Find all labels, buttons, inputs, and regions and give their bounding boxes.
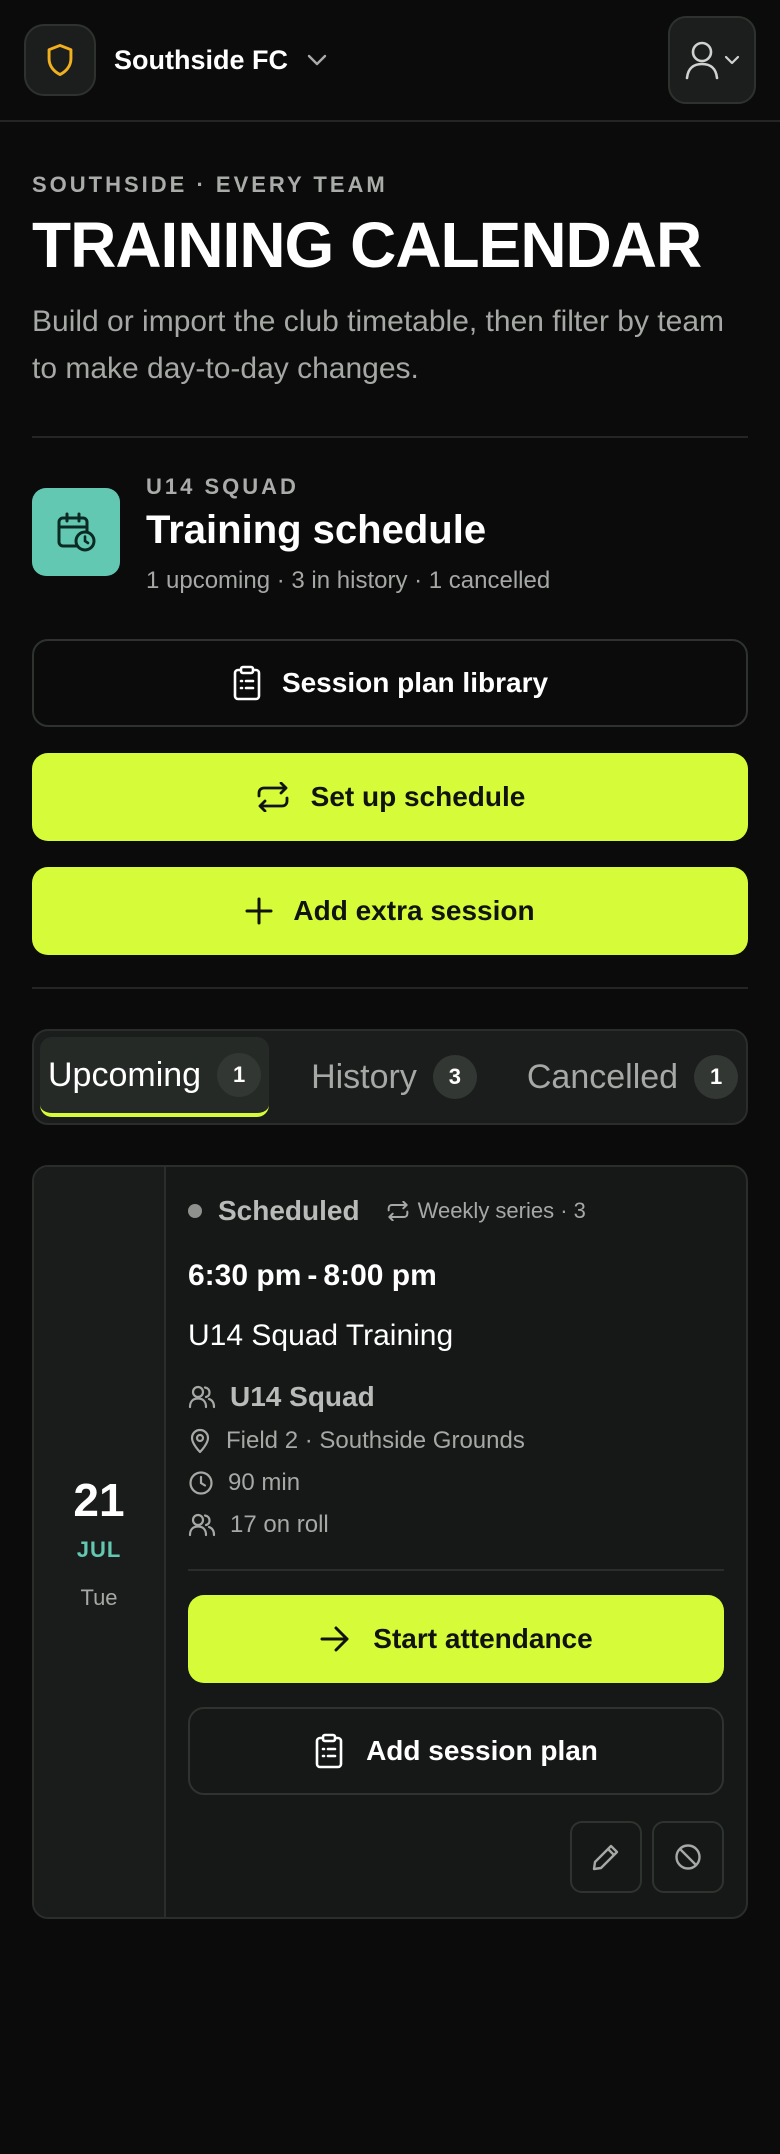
count-badge: 1 xyxy=(217,1053,262,1098)
session-weekday: Tue xyxy=(80,1585,118,1611)
session-plan-library-label: Session plan library xyxy=(281,667,549,699)
count-badge: 1 xyxy=(694,1055,739,1100)
users-icon xyxy=(188,1514,216,1537)
page-title: TRAINING CALENDAR xyxy=(32,209,702,281)
start-attendance-button[interactable]: Start attendance xyxy=(188,1595,724,1684)
session-icon-actions xyxy=(188,1821,724,1894)
add-session-plan-label: Add session plan xyxy=(366,1735,598,1767)
session-card: 21 JUL Tue Scheduled Weekly series · 3 6… xyxy=(32,1165,748,1920)
session-duration: 90 min xyxy=(188,1469,724,1497)
page-subtitle: Build or import the club timetable, then… xyxy=(32,305,724,385)
session-month: JUL xyxy=(76,1537,122,1563)
session-day: 21 xyxy=(73,1474,125,1527)
club-switcher[interactable]: Southside FC xyxy=(24,24,328,96)
ban-icon xyxy=(675,1844,701,1870)
tab-label: Cancelled xyxy=(526,1057,679,1096)
location-text: Field 2 · Southside Grounds xyxy=(226,1427,525,1455)
schedule-summary: 1 upcoming · 3 in history · 1 cancelled xyxy=(146,567,551,595)
add-session-plan-button[interactable]: Add session plan xyxy=(188,1707,724,1796)
arrow-right-icon xyxy=(320,1626,349,1652)
team-name: U14 Squad xyxy=(230,1381,375,1413)
status-badge: Scheduled xyxy=(218,1195,360,1227)
series-info: Weekly series · 3 xyxy=(386,1198,586,1224)
session-plan-library-button[interactable]: Session plan library xyxy=(32,639,748,728)
repeat-icon xyxy=(257,782,289,813)
cancel-session-button[interactable] xyxy=(652,1821,724,1894)
club-logo xyxy=(24,24,96,96)
users-icon xyxy=(188,1386,216,1409)
roll-count: 17 on roll xyxy=(230,1511,329,1539)
schedule-icon-tile xyxy=(32,488,120,577)
clipboard-icon xyxy=(233,665,261,701)
tab-history[interactable]: History 3 xyxy=(303,1037,485,1117)
profile-menu-button[interactable] xyxy=(668,16,756,104)
plus-icon xyxy=(245,897,273,925)
clock-icon xyxy=(189,1471,213,1495)
tab-label: Upcoming xyxy=(48,1055,202,1094)
squad-label: U14 SQUAD xyxy=(146,474,299,500)
duration-text: 90 min xyxy=(228,1469,301,1497)
tab-cancelled[interactable]: Cancelled 1 xyxy=(519,1037,746,1117)
edit-session-button[interactable] xyxy=(570,1821,642,1894)
session-status-row: Scheduled Weekly series · 3 xyxy=(188,1195,724,1227)
session-title: U14 Squad Training xyxy=(188,1319,454,1353)
status-dot-icon xyxy=(188,1204,202,1219)
club-name: Southside FC xyxy=(114,44,288,75)
session-details: Scheduled Weekly series · 3 6:30 pm - 8:… xyxy=(166,1167,746,1917)
session-location: Field 2 · Southside Grounds xyxy=(188,1427,724,1455)
tab-upcoming[interactable]: Upcoming 1 xyxy=(40,1037,270,1118)
divider xyxy=(188,1569,724,1572)
pencil-icon xyxy=(592,1844,619,1871)
clipboard-icon xyxy=(315,1733,343,1769)
schedule-title: Training schedule xyxy=(146,508,487,553)
user-icon xyxy=(685,41,719,80)
series-label: Weekly series · 3 xyxy=(417,1198,586,1224)
calendar-clock-icon xyxy=(57,512,96,552)
page-eyebrow: SOUTHSIDE · EVERY TEAM xyxy=(32,172,388,197)
repeat-icon xyxy=(387,1201,408,1222)
map-pin-icon xyxy=(190,1429,210,1454)
top-bar: Southside FC xyxy=(0,0,780,122)
divider xyxy=(32,987,748,990)
time-separator: - xyxy=(307,1259,318,1293)
add-extra-session-label: Add extra session xyxy=(293,895,535,927)
session-team: U14 Squad xyxy=(188,1381,724,1413)
session-tabs: Upcoming 1 History 3 Cancelled 1 xyxy=(32,1029,748,1126)
schedule-header: U14 SQUAD Training schedule 1 upcoming ·… xyxy=(0,438,780,595)
shield-icon xyxy=(47,43,73,77)
start-attendance-label: Start attendance xyxy=(373,1623,593,1655)
chevron-down-icon xyxy=(724,55,740,65)
start-time: 6:30 pm xyxy=(188,1259,302,1293)
count-badge: 3 xyxy=(432,1055,477,1100)
page-intro: SOUTHSIDE · EVERY TEAM TRAINING CALENDAR… xyxy=(0,122,780,392)
add-extra-session-button[interactable]: Add extra session xyxy=(32,867,748,956)
set-up-schedule-label: Set up schedule xyxy=(310,781,526,813)
session-date: 21 JUL Tue xyxy=(34,1167,166,1918)
tab-label: History xyxy=(311,1057,417,1096)
session-roll: 17 on roll xyxy=(188,1511,724,1539)
end-time: 8:00 pm xyxy=(323,1259,437,1293)
chevron-down-icon xyxy=(307,54,327,66)
session-time: 6:30 pm - 8:00 pm xyxy=(188,1259,724,1293)
set-up-schedule-button[interactable]: Set up schedule xyxy=(32,753,748,842)
